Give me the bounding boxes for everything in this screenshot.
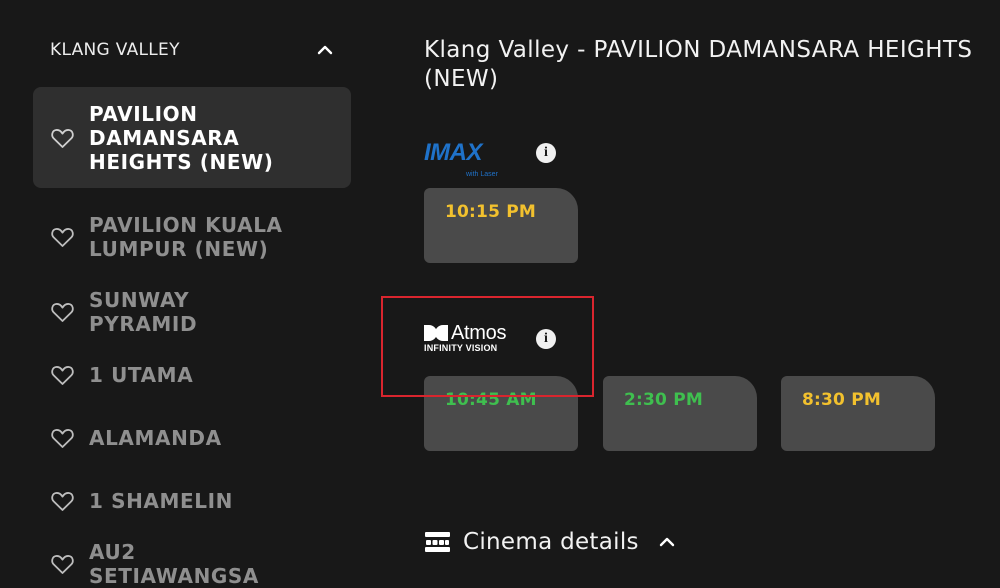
imax-logo: IMAX with Laser <box>424 139 514 179</box>
theater-seats-icon <box>425 532 450 552</box>
imax-logo-text: IMAX <box>424 139 483 166</box>
chevron-up-icon <box>659 537 675 547</box>
format-header-atmos: Atmos INFINITY VISION i <box>424 322 556 356</box>
region-label: KLANG VALLEY <box>50 40 180 60</box>
showtimes-panel: Klang Valley - PAVILION DAMANSARA HEIGHT… <box>424 36 994 94</box>
cinema-name: 1 SHAMELIN <box>89 489 233 513</box>
showtime-label: 2:30 PM <box>624 390 703 410</box>
cinema-name: ALAMANDA <box>89 426 222 450</box>
showtime-button[interactable]: 10:45 AM <box>424 376 578 451</box>
showtime-label: 10:15 PM <box>445 202 537 222</box>
cinema-item-1-shamelin[interactable]: 1 SHAMELIN <box>33 487 351 515</box>
heart-icon[interactable] <box>50 226 75 248</box>
atmos-logo-subtext: INFINITY VISION <box>424 343 498 353</box>
cinema-name: PAVILION KUALA LUMPUR (NEW) <box>89 213 283 261</box>
heart-icon[interactable] <box>50 490 75 512</box>
info-icon[interactable]: i <box>536 143 556 163</box>
showtime-button[interactable]: 10:15 PM <box>424 188 578 263</box>
region-dropdown-toggle[interactable]: KLANG VALLEY <box>50 36 335 64</box>
cinema-details-label: Cinema details <box>463 529 639 555</box>
showtime-button[interactable]: 8:30 PM <box>781 376 935 451</box>
dolby-mark-icon <box>424 325 448 341</box>
page-title: Klang Valley - PAVILION DAMANSARA HEIGHT… <box>424 37 973 92</box>
cinema-item-alamanda[interactable]: ALAMANDA <box>33 424 351 452</box>
cinema-name: SUNWAY PYRAMID <box>89 288 198 336</box>
cinema-name: AU2 SETIAWANGSA <box>89 540 260 588</box>
cinema-item-pavilion-damansara-heights[interactable]: PAVILION DAMANSARA HEIGHTS (NEW) <box>33 87 351 188</box>
heart-icon[interactable] <box>50 127 75 149</box>
showtime-label: 8:30 PM <box>802 390 881 410</box>
cinema-name: 1 UTAMA <box>89 363 194 387</box>
atmos-logo-text: Atmos <box>451 322 507 344</box>
chevron-up-icon <box>317 45 333 55</box>
cinema-item-au2-setiawangsa[interactable]: AU2 SETIAWANGSA <box>33 540 351 588</box>
cinema-item-pavilion-kuala-lumpur[interactable]: PAVILION KUALA LUMPUR (NEW) <box>33 212 351 262</box>
dolby-atmos-logo: Atmos INFINITY VISION <box>424 322 512 355</box>
cinema-sidebar: KLANG VALLEY PAVILION DAMANSARA HEIGHTS … <box>0 0 370 588</box>
cinema-details-toggle[interactable]: Cinema details <box>424 526 677 558</box>
heart-icon[interactable] <box>50 553 75 575</box>
info-icon[interactable]: i <box>536 329 556 349</box>
showtime-label: 10:45 AM <box>445 390 537 410</box>
cinema-name: PAVILION DAMANSARA HEIGHTS (NEW) <box>89 101 274 174</box>
imax-logo-subtext: with Laser <box>466 171 498 178</box>
cinema-item-1-utama[interactable]: 1 UTAMA <box>33 361 351 389</box>
format-header-imax: IMAX with Laser i <box>424 138 556 179</box>
heart-icon[interactable] <box>50 301 75 323</box>
heart-icon[interactable] <box>50 364 75 386</box>
showtime-button[interactable]: 2:30 PM <box>603 376 757 451</box>
cinema-item-sunway-pyramid[interactable]: SUNWAY PYRAMID <box>33 288 351 336</box>
heart-icon[interactable] <box>50 427 75 449</box>
